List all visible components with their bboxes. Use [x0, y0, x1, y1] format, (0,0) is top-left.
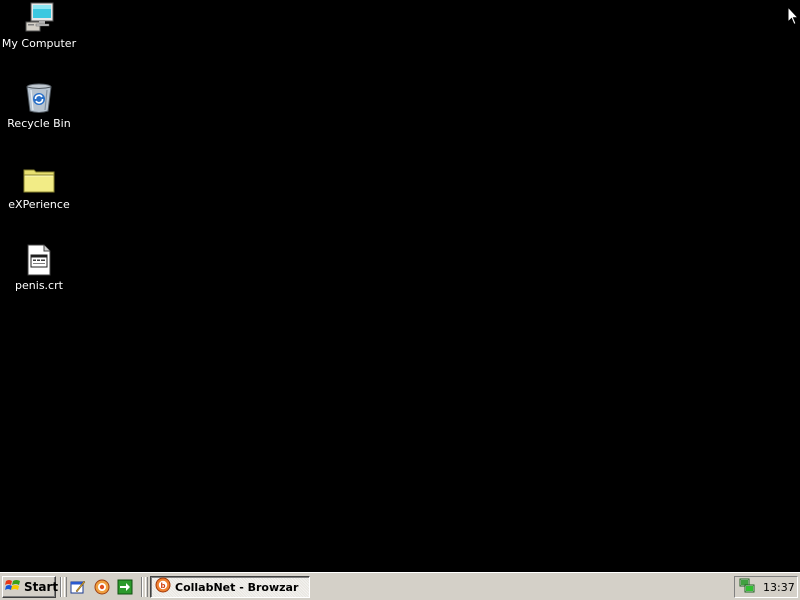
desktop-icon-recycle-bin[interactable]: Recycle Bin: [0, 82, 78, 130]
show-desktop-icon[interactable]: [70, 579, 86, 595]
desktop-icon-label: My Computer: [1, 37, 77, 50]
my-computer-icon: [23, 2, 55, 34]
taskbar-separator: [141, 577, 143, 597]
green-arrow-icon[interactable]: [117, 579, 133, 595]
task-area-grip[interactable]: [145, 577, 148, 597]
quick-launch-grip[interactable]: [64, 577, 67, 597]
network-icon[interactable]: [739, 577, 755, 597]
certificate-file-icon: [23, 244, 55, 276]
browser-icon[interactable]: [94, 579, 110, 595]
task-button-browzar[interactable]: b CollabNet - Browzar: [150, 576, 310, 598]
browzar-icon: b: [155, 577, 171, 597]
start-label: Start: [24, 580, 59, 594]
clock[interactable]: 13:37: [763, 581, 795, 594]
recycle-bin-icon: [23, 82, 55, 114]
desktop-icon-my-computer[interactable]: My Computer: [0, 2, 78, 50]
start-button[interactable]: Start: [2, 576, 59, 598]
desktop-icon-label: penis.crt: [15, 279, 63, 292]
desktop-icon-experience-folder[interactable]: eXPerience: [0, 163, 78, 211]
desktop[interactable]: My Computer Recycle Bin eXPerience penis…: [0, 0, 800, 572]
taskbar: Start b CollabNet - Browzar 13:37: [0, 572, 800, 600]
taskbar-separator: [60, 577, 62, 597]
desktop-icon-label: eXPerience: [8, 198, 70, 211]
windows-logo-icon: [5, 578, 21, 597]
desktop-icon-label: Recycle Bin: [7, 117, 71, 130]
svg-text:b: b: [160, 582, 165, 590]
system-tray: 13:37: [734, 576, 798, 598]
task-button-label: CollabNet - Browzar: [175, 580, 299, 594]
desktop-icon-certificate-file[interactable]: penis.crt: [0, 244, 78, 292]
mouse-cursor-icon: [787, 5, 800, 26]
folder-icon: [23, 163, 55, 195]
